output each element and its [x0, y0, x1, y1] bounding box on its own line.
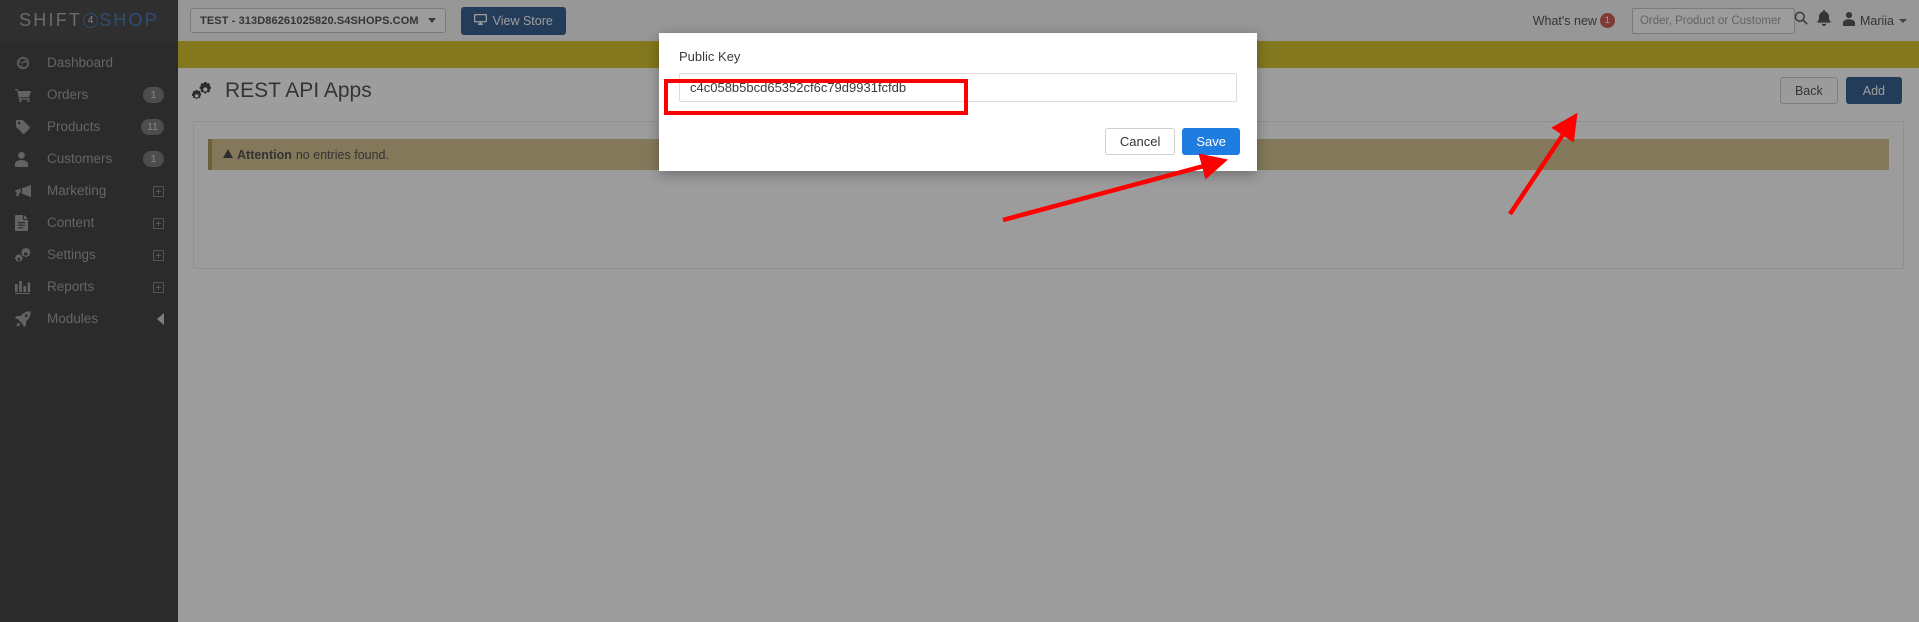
- public-key-modal: Public Key Cancel Save: [659, 33, 1257, 171]
- public-key-label: Public Key: [679, 49, 741, 64]
- save-button[interactable]: Save: [1182, 128, 1240, 155]
- modal-body: Public Key: [659, 33, 1257, 102]
- app-root: SHIFT 4 SHOP Dashboard Orders 1: [0, 0, 1919, 622]
- cancel-button[interactable]: Cancel: [1104, 128, 1176, 155]
- modal-footer: Cancel Save: [1104, 128, 1240, 155]
- public-key-input[interactable]: [679, 73, 1237, 102]
